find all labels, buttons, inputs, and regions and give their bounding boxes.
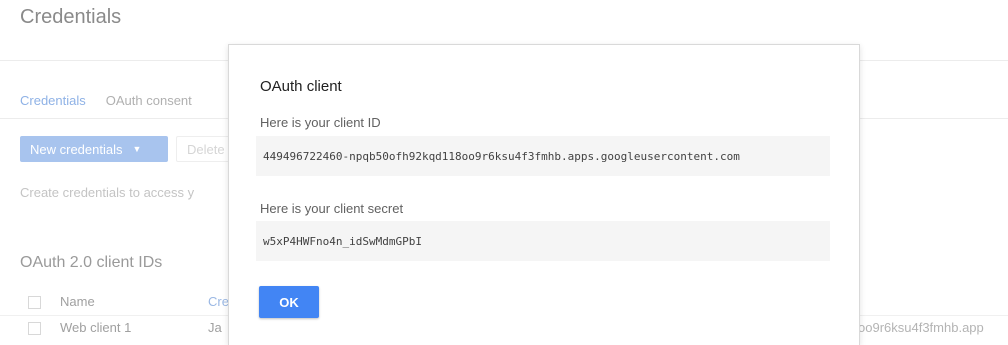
column-header-name[interactable]: Name bbox=[60, 294, 95, 309]
client-id-field[interactable]: 449496722460-npqb50ofh92kqd118oo9r6ksu4f… bbox=[256, 136, 830, 176]
oauth-client-dialog: OAuth client Here is your client ID 4494… bbox=[228, 44, 860, 345]
section-title: OAuth 2.0 client IDs bbox=[20, 254, 163, 271]
client-secret-field[interactable]: w5xP4HWFno4n_idSwMdmGPbI bbox=[256, 221, 830, 261]
client-secret-label: Here is your client secret bbox=[260, 201, 404, 216]
caret-down-icon: ▼ bbox=[132, 144, 142, 154]
client-id-label: Here is your client ID bbox=[260, 115, 381, 130]
tab-credentials[interactable]: Credentials bbox=[20, 93, 86, 108]
column-header-creation[interactable]: Cre bbox=[208, 294, 229, 309]
row-creation: Ja bbox=[208, 320, 222, 335]
row-name[interactable]: Web client 1 bbox=[60, 320, 131, 335]
page-title: Credentials bbox=[20, 6, 122, 28]
new-credentials-button[interactable]: New credentials ▼ bbox=[20, 136, 168, 162]
dialog-title: OAuth client bbox=[260, 78, 342, 95]
row-checkbox[interactable] bbox=[28, 322, 41, 335]
ok-button[interactable]: OK bbox=[259, 286, 319, 318]
row-client-id: oo9r6ksu4f3fmhb.app bbox=[858, 320, 984, 335]
help-text: Create credentials to access y bbox=[20, 185, 195, 200]
tab-bar: Credentials OAuth consent bbox=[20, 93, 192, 108]
tab-oauth-consent[interactable]: OAuth consent bbox=[106, 93, 192, 108]
new-credentials-label: New credentials bbox=[30, 141, 123, 157]
select-all-checkbox[interactable] bbox=[28, 296, 41, 309]
